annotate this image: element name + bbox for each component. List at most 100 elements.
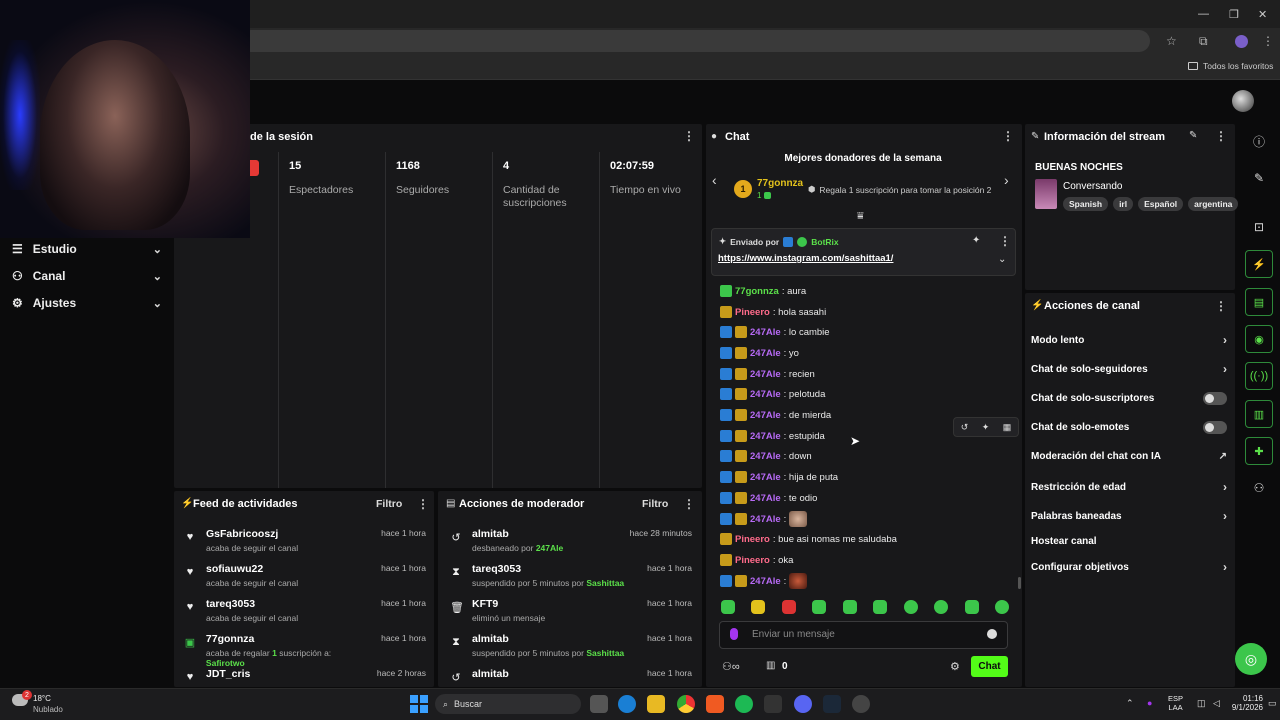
stream-category[interactable]: Conversando (1063, 181, 1122, 192)
minimize-icon[interactable]: — (1198, 8, 1209, 20)
screenshot-icon[interactable]: ⊡ (1245, 213, 1273, 241)
chat-message[interactable]: 247Ale: yo (720, 343, 1010, 363)
list-item[interactable]: ⧗ almitab suspendido por 5 minutos por Sa… (450, 633, 692, 668)
sidebar-item-canal[interactable]: ⚇ Canal ⌄ (12, 269, 162, 283)
chevron-left-icon[interactable]: ‹ (712, 172, 717, 188)
bookmark-star-icon[interactable]: ☆ (1166, 34, 1177, 48)
help-chat-button[interactable]: ◎ (1235, 643, 1267, 675)
action-goals[interactable]: Configurar objetivos › (1031, 560, 1227, 574)
address-bar[interactable] (240, 30, 1150, 52)
edit-icon[interactable]: ✎ (1189, 130, 1197, 141)
timeout-icon[interactable]: ↺ (961, 422, 969, 433)
chat-username[interactable]: 247Ale (750, 431, 781, 442)
chat-settings-icon[interactable]: ⚙ (950, 660, 960, 673)
chat-username[interactable]: 247Ale (750, 389, 781, 400)
action-host-channel[interactable]: Hostear canal (1031, 536, 1227, 547)
pencil-icon[interactable]: ✎ (1245, 164, 1273, 192)
kebab-menu-icon[interactable]: ⋮ (1215, 299, 1227, 313)
kebab-menu-icon[interactable]: ⋮ (683, 129, 695, 143)
list-item[interactable]: ↺ almitab desbaneado por 247Ale hace 28 m… (450, 528, 692, 563)
list-item[interactable]: ⧗ tareq3053 suspendido por 5 minutos por … (450, 563, 692, 598)
chat-bubble-icon[interactable]: ◉ (1245, 325, 1273, 353)
chat-username[interactable]: 247Ale (750, 576, 781, 587)
kebab-menu-icon[interactable]: ⋮ (1002, 129, 1014, 143)
chevron-down-icon[interactable]: ⌄ (998, 254, 1006, 265)
chat-username[interactable]: 247Ale (750, 451, 781, 462)
chat-message[interactable]: 247Ale: (720, 509, 1010, 529)
emote-4[interactable] (812, 600, 827, 614)
network-icon[interactable]: ◫ (1197, 698, 1206, 709)
microphone-icon[interactable]: ● (1147, 698, 1152, 708)
action-emotes-only[interactable]: Chat de solo-emotes (1031, 421, 1227, 434)
info-icon[interactable]: ⓘ (1245, 127, 1273, 155)
action-followers-only[interactable]: Chat de solo-seguidores › (1031, 362, 1227, 376)
chat-username[interactable]: 247Ale (750, 369, 781, 380)
pin-icon[interactable]: ✦ (982, 422, 990, 433)
chat-message[interactable]: 247Ale: recien (720, 364, 1010, 384)
chat-username[interactable]: 247Ale (750, 493, 781, 504)
brave-icon[interactable] (706, 695, 724, 713)
pinned-link[interactable]: https://www.instagram.com/sashittaa1/ (718, 253, 893, 264)
bolt-icon[interactable]: ⚡ (1245, 250, 1273, 278)
kebab-menu-icon[interactable]: ⋮ (999, 234, 1011, 248)
chat-message[interactable]: Pineero: hola sasahi (720, 302, 1010, 322)
list-item[interactable]: ♥ GsFabricooszj acaba de seguir el canal … (184, 528, 426, 563)
sidebar-item-ajustes[interactable]: ⚙ Ajustes ⌄ (12, 296, 162, 310)
clipboard-icon[interactable]: ▤ (1245, 288, 1273, 316)
microphone-icon[interactable] (730, 628, 738, 640)
donor-name[interactable]: 77gonnza (757, 178, 803, 189)
chat-message[interactable]: Pineero: oka (720, 550, 1010, 570)
discord-icon[interactable] (794, 695, 812, 713)
chat-message[interactable]: Pineero: bue asi nomas me saludaba (720, 529, 1010, 549)
action-ai-moderation[interactable]: Moderación del chat con IA ↗ (1031, 451, 1227, 462)
volume-icon[interactable]: ◁ (1213, 698, 1220, 709)
emote-1[interactable] (721, 600, 735, 614)
wrench-icon[interactable]: ✚ (1245, 437, 1273, 465)
channel-points-icon[interactable]: ⚇∞ (722, 660, 740, 673)
action-subscribers-only[interactable]: Chat de solo-suscriptores (1031, 392, 1227, 405)
avatar[interactable] (1232, 90, 1254, 112)
file-explorer-icon[interactable] (647, 695, 665, 713)
all-bookmarks[interactable]: Todos los favoritos (1188, 61, 1273, 71)
chat-message[interactable]: 77gonnza: aura (720, 281, 1010, 301)
extensions-icon[interactable]: ⧉ (1199, 34, 1208, 49)
kebab-menu-icon[interactable]: ⋮ (1215, 129, 1227, 143)
taskbar-search[interactable]: ⌕ Buscar (435, 694, 581, 714)
send-chat-button[interactable]: Chat (971, 656, 1008, 677)
emote-8[interactable] (934, 600, 949, 614)
close-icon[interactable]: ✕ (1258, 8, 1267, 21)
emotes-only-toggle[interactable] (1203, 421, 1227, 434)
profile-icon[interactable] (1235, 35, 1248, 48)
weather-temp[interactable]: 18°C (33, 694, 51, 703)
action-slow-mode[interactable]: Modo lento › (1031, 333, 1227, 347)
epic-games-icon[interactable] (764, 695, 782, 713)
emote-10[interactable] (994, 600, 1009, 614)
action-banned-words[interactable]: Palabras baneadas › (1031, 509, 1227, 523)
chat-scrollbar[interactable] (1018, 577, 1021, 589)
expand-icon[interactable]: ⩸ (857, 210, 864, 223)
users-icon[interactable]: ⚇ (1245, 474, 1273, 502)
emote-6[interactable] (873, 600, 888, 614)
action-age-restriction[interactable]: Restricción de edad › (1031, 480, 1227, 494)
chat-message[interactable]: 247Ale: hija de puta (720, 467, 1010, 487)
list-item[interactable]: 🗑 KFT9 eliminó un mensaje hace 1 hora (450, 598, 692, 633)
emote-9[interactable] (964, 600, 979, 614)
broadcast-icon[interactable]: ((·)) (1245, 362, 1273, 390)
steam-icon[interactable] (823, 695, 841, 713)
chat-username[interactable]: 247Ale (750, 514, 781, 525)
list-item[interactable]: ↺ almitab hace 1 hora (450, 668, 692, 682)
windows-start-icon[interactable] (410, 695, 428, 713)
trash-icon[interactable]: ▦ (1003, 422, 1012, 433)
chat-message[interactable]: 247Ale: lo cambie (720, 322, 1010, 342)
task-view-icon[interactable] (590, 695, 608, 713)
chat-username[interactable]: 247Ale (750, 472, 781, 483)
pinned-user[interactable]: BotRix (811, 237, 838, 247)
list-item[interactable]: ♥ sofiauwu22 acaba de seguir el canal hac… (184, 563, 426, 598)
list-item[interactable]: ▣ 77gonnza acaba de regalar 1 suscripció… (184, 633, 426, 668)
spotify-icon[interactable] (735, 695, 753, 713)
chat-username[interactable]: 247Ale (750, 348, 781, 359)
emote-2[interactable] (751, 600, 766, 614)
chat-username[interactable]: 77gonnza (735, 286, 779, 297)
pin-icon[interactable]: ✦ (972, 235, 980, 246)
edge-icon[interactable] (618, 695, 636, 713)
